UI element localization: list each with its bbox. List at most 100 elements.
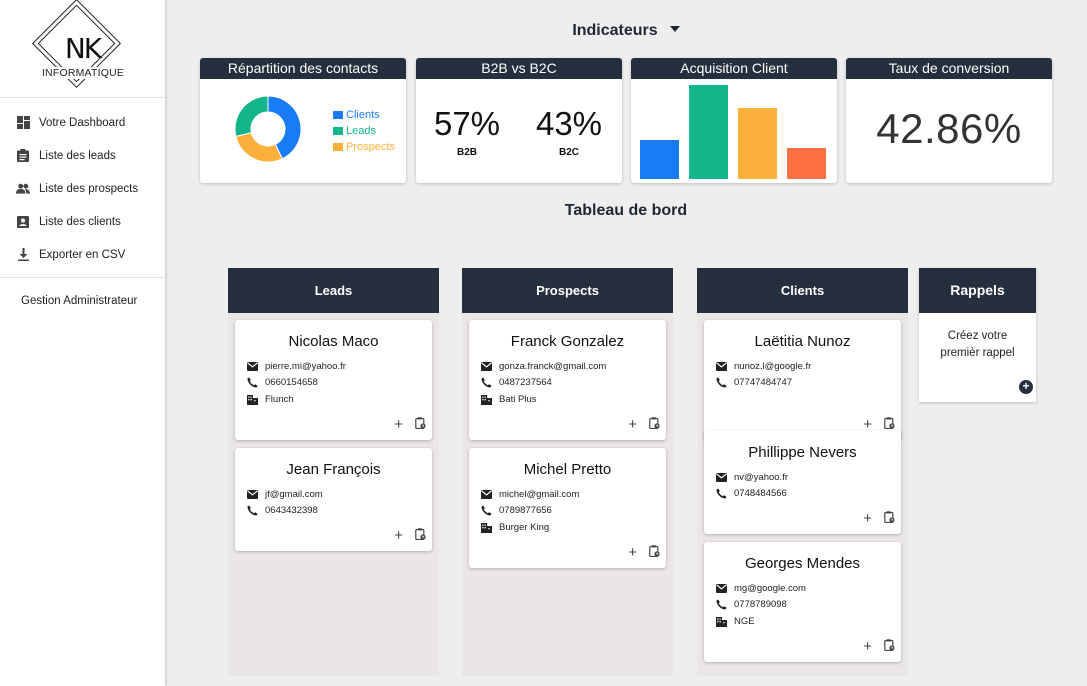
phone-icon	[716, 599, 727, 610]
clipboard-schedule-icon[interactable]	[415, 416, 426, 434]
contact-card[interactable]: Georges Mendes mg@google.com 0778789098 NGE…	[704, 542, 901, 662]
sidebar-item-leads[interactable]: Liste des leads	[0, 139, 165, 172]
contact-phone: 07747484747	[734, 377, 793, 389]
contact-email-row: nunoz.l@google.fr	[704, 358, 901, 375]
contact-card[interactable]: Michel Pretto michel@gmail.com 0789877656 B…	[469, 448, 666, 568]
contact-phone: 0643432398	[265, 505, 318, 517]
building-icon	[716, 616, 727, 627]
sidebar-nav: Votre Dashboard Liste des leads Liste de…	[0, 98, 165, 278]
contact-company: Burger King	[499, 521, 550, 533]
column-header: Leads	[228, 268, 439, 313]
mail-icon	[716, 472, 727, 483]
phone-icon	[716, 488, 727, 499]
contact-company: Bati Plus	[499, 393, 537, 405]
contact-card[interactable]: Nicolas Maco pierre.mi@yahoo.fr 0660154658…	[235, 320, 432, 440]
logo[interactable]: NK INFORMATIQUE	[0, 0, 165, 98]
donut-slice-leads[interactable]	[234, 95, 269, 137]
clipboard-schedule-icon[interactable]	[884, 510, 895, 528]
sidebar-item-dashboard[interactable]: Votre Dashboard	[0, 106, 165, 139]
contact-card[interactable]: Phillippe Nevers nv@yahoo.fr 0748484566 +	[704, 431, 901, 534]
dashboard-title: Tableau de bord	[564, 202, 688, 219]
contact-company-row: Burger King	[469, 519, 666, 536]
indicators-title[interactable]: Indicateurs	[165, 22, 1087, 40]
acquisition-bar-chart	[631, 79, 837, 183]
clipboard-schedule-icon[interactable]	[649, 416, 660, 434]
contact-phone-row: 07747484747	[704, 375, 901, 392]
add-icon[interactable]: +	[628, 545, 637, 560]
contact-card[interactable]: Laëtitia Nunoz nunoz.l@google.fr 077474847…	[704, 320, 901, 440]
clipboard-schedule-icon[interactable]	[649, 544, 660, 562]
conversion-rate: 42.86%	[876, 105, 1022, 152]
contact-email: mg@google.com	[734, 582, 806, 594]
add-icon[interactable]: +	[628, 417, 637, 432]
contact-email-row: pierre.mi@yahoo.fr	[235, 358, 432, 375]
contact-email: michel@gmail.com	[499, 488, 580, 500]
add-icon[interactable]: +	[394, 528, 403, 543]
acquisition-bar[interactable]	[787, 147, 826, 179]
contact-name: Laëtitia Nunoz	[754, 333, 851, 350]
contact-phone: 0789877656	[499, 505, 552, 517]
contact-email: nv@yahoo.fr	[734, 471, 789, 483]
contact-company-row: Flunch	[235, 391, 432, 408]
acquisition-bar[interactable]	[689, 84, 728, 179]
card-actions: +	[394, 527, 426, 545]
sidebar-item-label: Liste des prospects	[39, 182, 139, 195]
mail-icon	[716, 361, 727, 372]
contact-email-row: jf@gmail.com	[235, 486, 432, 503]
sidebar-item-label: Exporter en CSV	[39, 248, 126, 261]
contact-email: pierre.mi@yahoo.fr	[265, 360, 346, 372]
legend-swatch	[333, 127, 343, 135]
column-header: Clients	[697, 268, 908, 313]
b2b-b2c-card: B2B vs B2C 57% B2B 43% B2C	[416, 58, 622, 183]
prospects-column: Prospects Franck Gonzalez gonza.franck@gm…	[462, 268, 673, 676]
sidebar-item-admin[interactable]: Gestion Administrateur	[0, 278, 165, 324]
mail-icon	[247, 361, 258, 372]
card-actions: +	[394, 416, 426, 434]
phone-icon	[247, 505, 258, 516]
phone-icon	[481, 505, 492, 516]
card-actions: +	[628, 544, 660, 562]
add-icon[interactable]: +	[863, 639, 872, 654]
contact-name: Phillippe Nevers	[748, 444, 857, 461]
mail-icon	[716, 583, 727, 594]
contact-phone: 0660154658	[265, 377, 318, 389]
caret-down-icon	[669, 25, 680, 32]
sidebar-item-clients[interactable]: Liste des clients	[0, 205, 165, 238]
contacts-distribution-card: Répartition des contacts Clients Leads P…	[200, 58, 406, 183]
building-icon	[247, 394, 258, 405]
sidebar-item-export-csv[interactable]: Exporter en CSV	[0, 238, 165, 271]
card-title: B2B vs B2C	[416, 58, 622, 79]
clipboard-schedule-icon[interactable]	[415, 527, 426, 545]
mail-icon	[247, 489, 258, 500]
add-icon[interactable]: +	[394, 417, 403, 432]
contact-phone-row: 0789877656	[469, 503, 666, 520]
acquisition-bar[interactable]	[640, 140, 679, 179]
contact-name: Nicolas Maco	[288, 333, 379, 350]
clipboard-schedule-icon[interactable]	[884, 638, 895, 656]
card-actions: +	[863, 510, 895, 528]
phone-icon	[716, 377, 727, 388]
sidebar-item-prospects[interactable]: Liste des prospects	[0, 172, 165, 205]
legend-swatch	[333, 143, 343, 151]
card-title: Répartition des contacts	[200, 58, 406, 79]
contact-email: nunoz.l@google.fr	[734, 360, 812, 372]
add-icon[interactable]: +	[863, 511, 872, 526]
donut-slice-prospects[interactable]	[235, 132, 283, 163]
contact-name: Jean François	[286, 461, 381, 478]
legend-label: Prospects	[346, 141, 395, 153]
people-icon	[16, 182, 30, 196]
column-header: Prospects	[462, 268, 673, 313]
b2b-percentage: 57%	[433, 105, 501, 142]
acquisition-card: Acquisition Client	[631, 58, 837, 183]
add-reminder-button[interactable]: +	[1019, 380, 1033, 394]
mail-icon	[481, 361, 492, 372]
reminders-panel: Rappels Créez votre premièr rappel +	[919, 268, 1036, 402]
add-icon[interactable]: +	[863, 417, 872, 432]
contact-phone-row: 0487237564	[469, 375, 666, 392]
legend-item: Prospects	[333, 139, 395, 155]
contact-card[interactable]: Jean François jf@gmail.com 0643432398 +	[235, 448, 432, 551]
contact-card[interactable]: Franck Gonzalez gonza.franck@gmail.com 048…	[469, 320, 666, 440]
conversion-card: Taux de conversion 42.86%	[846, 58, 1052, 183]
contact-phone: 0748484566	[734, 488, 787, 500]
acquisition-bar[interactable]	[738, 108, 777, 179]
